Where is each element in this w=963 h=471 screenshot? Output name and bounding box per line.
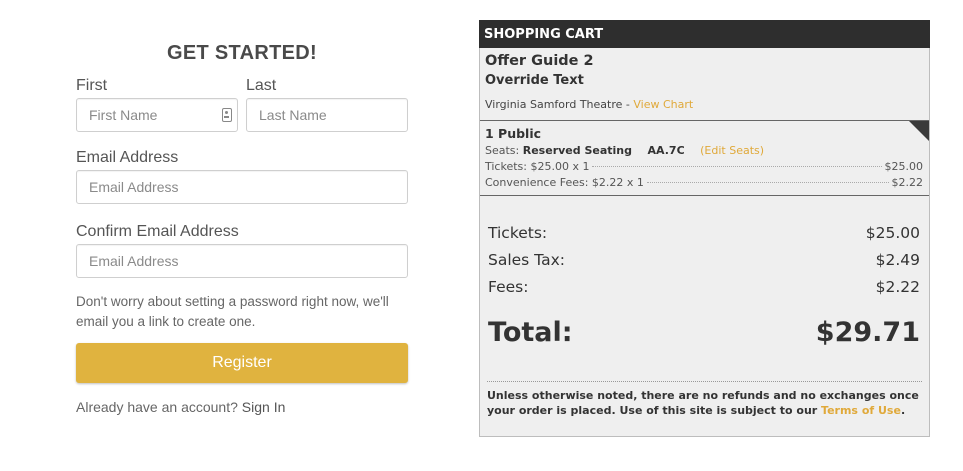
name-row: First Last [76,76,408,132]
tickets-line-amount: $25.00 [884,160,924,173]
view-chart-link[interactable]: View Chart [633,98,693,111]
last-name-input[interactable] [247,99,407,131]
fees-line: Convenience Fees: $2.22 x 1 $2.22 [485,175,923,191]
confirm-email-input[interactable] [77,245,407,277]
confirm-email-label: Confirm Email Address [76,223,239,240]
grand-total-value: $29.71 [815,317,920,348]
offer-title: Offer Guide 2 [485,53,594,69]
tickets-line: Tickets: $25.00 x 1 $25.00 [485,159,923,175]
confirm-email-field-wrapper [76,244,408,278]
register-button[interactable]: Register [76,343,408,383]
refund-disclaimer: Unless otherwise noted, there are no ref… [487,381,922,418]
shopping-cart: SHOPPING CART Offer Guide 2 Override Tex… [479,20,930,437]
seats-label: Seats: [485,144,520,157]
seats-line: Seats: Reserved Seating AA.7C (Edit Seat… [485,143,923,159]
seat-id: AA.7C [647,144,685,157]
form-title: GET STARTED! [167,42,317,64]
fees-total-value: $2.22 [875,278,920,296]
sales-tax-row: Sales Tax: $2.49 [488,247,920,274]
edit-seats-link[interactable]: (Edit Seats) [700,144,764,157]
first-name-group: First [76,76,238,132]
cart-summary-top: Offer Guide 2 Override Text Virginia Sam… [480,48,929,114]
grand-total-label: Total: [488,317,573,348]
venue-separator: - [622,98,634,111]
email-field-wrapper [76,170,408,204]
terms-of-use-link[interactable]: Terms of Use [821,404,901,417]
line-item-title: 1 Public [485,126,542,141]
sign-in-link[interactable]: Sign In [242,399,286,415]
email-input[interactable] [77,171,407,203]
email-label: Email Address [76,149,179,166]
account-prompt-text: Already have an account? [76,399,238,415]
cart-line-item: 1 Public Seats: Reserved Seating AA.7C (… [480,120,929,196]
tickets-total-label: Tickets: [488,224,548,242]
last-name-group: Last [246,76,408,132]
password-note: Don't worry about setting a password rig… [76,294,389,329]
disclaimer-end: . [900,404,906,417]
venue-name: Virginia Samford Theatre [485,98,623,111]
fees-total-row: Fees: $2.22 [488,274,920,301]
last-name-field-wrapper [246,98,408,132]
fees-line-amount: $2.22 [891,176,924,189]
sales-tax-value: $2.49 [875,251,920,269]
venue-line: Virginia Samford Theatre - View Chart [485,96,924,114]
first-name-label: First [76,77,108,94]
sales-tax-label: Sales Tax: [488,251,565,269]
grand-total-row: Total: $29.71 [488,315,920,351]
cart-header: SHOPPING CART [479,20,930,48]
registration-form: GET STARTED! First Last Email Address Co… [76,38,408,415]
cart-totals: Tickets: $25.00 Sales Tax: $2.49 Fees: $… [480,196,929,351]
tickets-total-row: Tickets: $25.00 [488,220,920,247]
fees-line-label: Convenience Fees: $2.22 x 1 [485,176,644,189]
tickets-total-value: $25.00 [865,224,920,242]
signin-prompt: Already have an account? Sign In [76,399,408,415]
last-name-label: Last [246,77,277,94]
seating-type: Reserved Seating [522,144,632,157]
tickets-line-label: Tickets: $25.00 x 1 [485,160,590,173]
fees-total-label: Fees: [488,278,529,296]
corner-flag-icon [909,121,929,141]
first-name-input[interactable] [77,99,237,131]
override-text: Override Text [485,73,584,88]
contact-card-icon[interactable] [222,108,232,122]
first-name-field-wrapper [76,98,238,132]
